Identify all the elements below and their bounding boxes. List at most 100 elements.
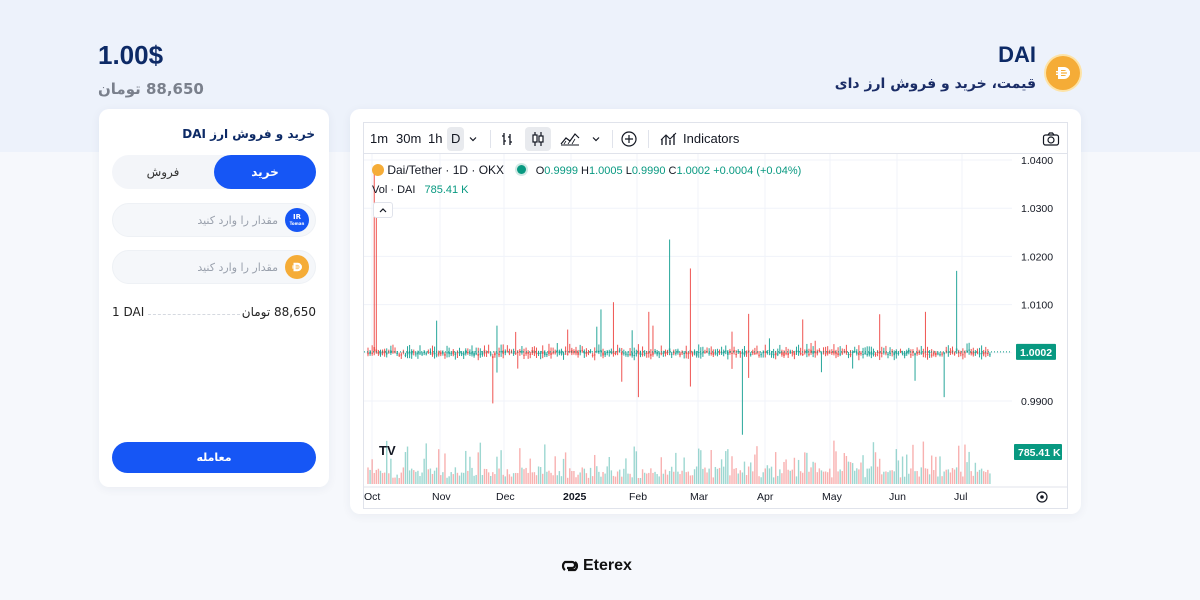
toman-amount-field[interactable]: IR Toman	[112, 203, 316, 237]
volume-bar	[477, 452, 479, 484]
candle-body	[955, 348, 958, 351]
dai-amount-input[interactable]	[123, 251, 278, 283]
volume-bar	[739, 470, 742, 484]
chevron-down-icon[interactable]	[460, 127, 486, 151]
volume-bar	[806, 452, 808, 484]
volume-bar	[410, 468, 413, 484]
volume-bar	[681, 470, 683, 484]
volume-bar	[968, 451, 970, 484]
toman-amount-input[interactable]	[123, 204, 278, 236]
volume-bar	[627, 473, 629, 484]
candle-body	[398, 354, 400, 356]
volume-bar	[708, 468, 710, 484]
candle-body	[641, 353, 644, 355]
candle-body	[860, 353, 862, 355]
candle-body	[889, 352, 891, 355]
candle-body	[885, 352, 887, 354]
candle-body	[941, 353, 943, 355]
candle-body	[908, 349, 910, 353]
volume-bar	[606, 466, 608, 484]
volume-bar	[774, 452, 777, 484]
volume-bar	[887, 472, 889, 484]
volume-bar	[752, 471, 754, 484]
volume-bar	[943, 471, 945, 484]
candle-body	[494, 353, 496, 356]
volume-bar	[947, 469, 950, 484]
candles-icon[interactable]	[525, 127, 551, 151]
candle-body	[791, 351, 794, 354]
candle-body	[440, 352, 442, 355]
candle-body	[774, 352, 777, 356]
volume-bar	[972, 475, 974, 484]
volume-bar	[400, 472, 402, 484]
candle-body	[756, 352, 758, 354]
volume-bar	[375, 469, 378, 484]
candle-body	[853, 350, 856, 352]
volume-bar	[804, 452, 806, 484]
camera-icon[interactable]	[1038, 127, 1064, 151]
candle-body	[604, 352, 606, 356]
volume-bar	[854, 470, 856, 484]
candle-body	[874, 354, 877, 356]
volume-bar	[918, 476, 920, 484]
candle-body	[820, 353, 823, 355]
indicators-button[interactable]: Indicators	[679, 127, 743, 151]
x-tick-label: Apr	[757, 491, 774, 503]
candle-body	[914, 353, 916, 356]
candle-body	[739, 352, 742, 354]
volume-bar	[598, 471, 600, 484]
candle-body	[462, 353, 465, 356]
candle-body	[866, 353, 868, 355]
candle-body	[412, 351, 415, 353]
candle-body	[826, 350, 829, 354]
candle-body	[477, 353, 480, 356]
volume-bar	[431, 473, 434, 484]
area-chart-icon[interactable]	[557, 127, 583, 151]
interval-1h[interactable]: 1h	[424, 127, 446, 151]
volume-bar	[600, 476, 602, 484]
tab-sell[interactable]: فروش	[112, 155, 214, 189]
toolbar-divider	[612, 130, 613, 148]
volume-bar	[754, 454, 756, 484]
volume-bar	[560, 476, 563, 484]
volume-bar	[496, 456, 498, 484]
candle-body	[539, 352, 542, 354]
candle-body	[799, 353, 802, 355]
volume-bar	[851, 463, 854, 484]
volume-bar	[820, 470, 823, 484]
volume-bar	[980, 468, 983, 484]
volume-bar	[614, 476, 617, 484]
tab-buy[interactable]: خرید	[214, 155, 316, 189]
candle-body	[980, 352, 983, 355]
chart-toolbar: 1m 30m 1h D Indicators	[364, 123, 1067, 154]
candle-body	[787, 353, 789, 355]
candle-body	[417, 352, 419, 355]
add-circle-icon[interactable]	[616, 127, 642, 151]
dai-amount-field[interactable]	[112, 250, 316, 284]
y-tick-label: 1.0400	[1021, 155, 1053, 167]
candle-body	[373, 347, 376, 352]
volume-bar	[926, 468, 929, 484]
candle-body	[454, 353, 457, 355]
candle-body	[785, 352, 787, 354]
bar-chart-icon[interactable]	[494, 127, 520, 151]
candle-body	[880, 352, 883, 354]
volume-bar	[487, 472, 490, 484]
price-chart-canvas[interactable]: 1.04001.03001.02001.01001.00000.99001.00…	[364, 154, 1067, 509]
trade-button[interactable]: معامله	[112, 442, 316, 473]
interval-30m[interactable]: 30m	[392, 127, 425, 151]
candle-body	[633, 355, 636, 357]
volume-bar	[583, 468, 586, 484]
chevron-down-icon[interactable]	[583, 127, 609, 151]
collapse-legend-button[interactable]	[373, 202, 393, 218]
candle-body	[575, 350, 577, 354]
volume-bar	[953, 469, 956, 484]
volume-bar	[585, 473, 588, 484]
tradingview-chart[interactable]: 1m 30m 1h D Indicators 1.0400 1.0300 1.0…	[363, 122, 1068, 509]
interval-1m[interactable]: 1m	[366, 127, 392, 151]
candle-body	[858, 352, 860, 356]
candle-body	[837, 353, 839, 355]
volume-label: Vol · DAI	[372, 184, 416, 196]
candle-body	[593, 354, 596, 356]
volume-bar	[623, 468, 625, 484]
